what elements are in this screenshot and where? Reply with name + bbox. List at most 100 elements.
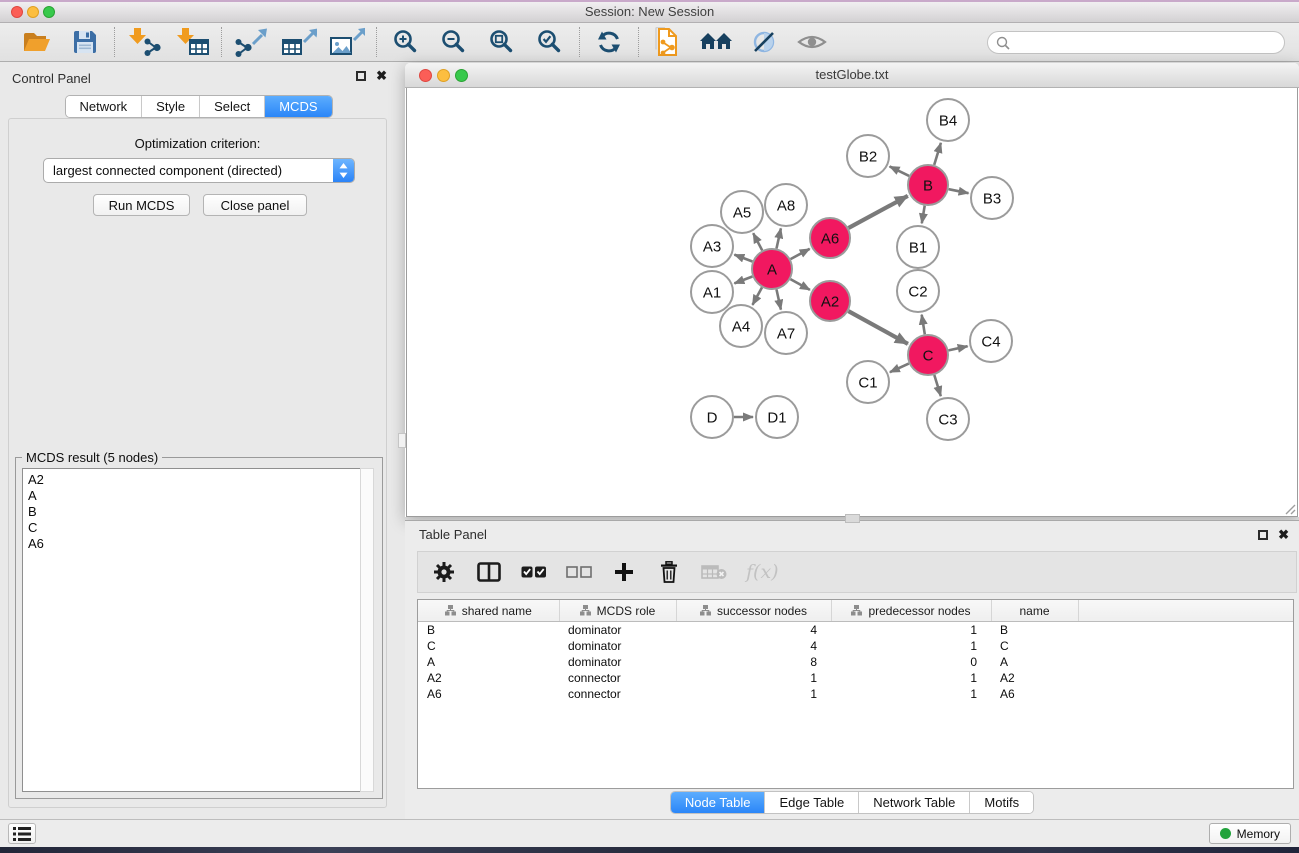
graph-node-A2[interactable]: A2	[810, 281, 850, 321]
graph-node-A[interactable]: A	[752, 249, 792, 289]
graph-node-C3[interactable]: C3	[927, 398, 969, 440]
graph-node-A7[interactable]: A7	[765, 312, 807, 354]
function-builder-icon[interactable]: f(x)	[746, 557, 779, 587]
graph-node-A4[interactable]: A4	[720, 305, 762, 347]
tab-motifs[interactable]: Motifs	[970, 792, 1033, 813]
import-table-icon[interactable]	[174, 26, 210, 58]
delete-row-icon[interactable]	[656, 557, 682, 587]
export-network-icon[interactable]	[233, 26, 269, 58]
zoom-window-button[interactable]	[43, 6, 55, 18]
graph-node-B1[interactable]: B1	[897, 226, 939, 268]
column-header-shared-name[interactable]: shared name	[418, 600, 559, 622]
table-cell[interactable]: connector	[559, 670, 676, 686]
graph-edge-A-A7[interactable]	[777, 290, 781, 310]
table-cell[interactable]: 8	[676, 654, 831, 670]
table-cell[interactable]: A2	[418, 670, 559, 686]
table-cell[interactable]: B	[418, 622, 559, 639]
tab-network-table[interactable]: Network Table	[859, 792, 970, 813]
graph-node-B4[interactable]: B4	[927, 99, 969, 141]
zoom-in-icon[interactable]	[388, 26, 424, 58]
export-image-icon[interactable]	[329, 26, 365, 58]
graph-node-C4[interactable]: C4	[970, 320, 1012, 362]
graph-node-B2[interactable]: B2	[847, 135, 889, 177]
graph-node-B3[interactable]: B3	[971, 177, 1013, 219]
close-window-button[interactable]	[11, 6, 23, 18]
tab-style[interactable]: Style	[142, 96, 200, 117]
table-cell[interactable]: 1	[831, 638, 991, 654]
hide-graphics-details-icon[interactable]	[746, 26, 782, 58]
graph-edge-A-A2[interactable]	[790, 279, 810, 290]
delete-table-icon[interactable]	[701, 557, 727, 587]
table-row[interactable]: A2connector11A2	[418, 670, 1293, 686]
graph-edge-B-B2[interactable]	[890, 166, 910, 176]
graph-node-B[interactable]: B	[908, 165, 948, 205]
save-session-icon[interactable]	[67, 26, 103, 58]
table-cell[interactable]: A6	[418, 686, 559, 702]
memory-button[interactable]: Memory	[1209, 823, 1291, 844]
graph-edge-A-A6[interactable]	[791, 249, 810, 259]
graph-edge-A-A5[interactable]	[753, 233, 762, 250]
table-cell[interactable]: 1	[831, 622, 991, 639]
table-cell[interactable]: 1	[676, 686, 831, 702]
table-cell[interactable]: A	[418, 654, 559, 670]
graph-edge-A-A4[interactable]	[753, 287, 763, 305]
graph-node-A3[interactable]: A3	[691, 225, 733, 267]
table-cell[interactable]: 1	[676, 670, 831, 686]
table-options-icon[interactable]	[431, 557, 457, 587]
graph-node-A8[interactable]: A8	[765, 184, 807, 226]
graph-node-D1[interactable]: D1	[756, 396, 798, 438]
table-cell[interactable]: A2	[991, 670, 1078, 686]
table-cell[interactable]: dominator	[559, 638, 676, 654]
table-cell[interactable]: 4	[676, 638, 831, 654]
graph-edge-A2-C[interactable]	[848, 311, 908, 344]
mcds-result-item[interactable]: C	[23, 520, 360, 536]
close-panel-button[interactable]: Close panel	[203, 194, 307, 216]
graph-node-A6[interactable]: A6	[810, 218, 850, 258]
resize-grip-icon[interactable]	[1285, 504, 1296, 515]
add-row-icon[interactable]	[611, 557, 637, 587]
table-cell[interactable]: C	[991, 638, 1078, 654]
open-session-icon[interactable]	[19, 26, 55, 58]
graph-edge-A-A1[interactable]	[734, 277, 752, 284]
table-cell[interactable]: A6	[991, 686, 1078, 702]
task-history-button[interactable]	[8, 823, 36, 844]
search-input[interactable]	[987, 31, 1285, 54]
tab-select[interactable]: Select	[200, 96, 265, 117]
column-header-name[interactable]: name	[991, 600, 1078, 622]
graph-node-A1[interactable]: A1	[691, 271, 733, 313]
network-close-button[interactable]	[419, 69, 432, 82]
mcds-result-item[interactable]: A2	[23, 472, 360, 488]
graph-node-C[interactable]: C	[908, 335, 948, 375]
column-header-predecessor-nodes[interactable]: predecessor nodes	[831, 600, 991, 622]
import-network-icon[interactable]	[126, 26, 162, 58]
table-close-panel-icon[interactable]: ✖	[1278, 529, 1289, 541]
table-cell[interactable]: 1	[831, 670, 991, 686]
close-panel-icon[interactable]: ✖	[376, 70, 387, 82]
vertical-splitter-grip[interactable]	[398, 433, 406, 448]
table-cell[interactable]: 1	[831, 686, 991, 702]
criterion-dropdown[interactable]: largest connected component (directed)	[43, 158, 355, 183]
table-cell[interactable]: C	[418, 638, 559, 654]
export-table-icon[interactable]	[281, 26, 317, 58]
table-cell[interactable]: A	[991, 654, 1078, 670]
graph-edge-A-A3[interactable]	[734, 255, 752, 262]
graph-node-C2[interactable]: C2	[897, 270, 939, 312]
mcds-result-item[interactable]: A6	[23, 536, 360, 552]
table-row[interactable]: Bdominator41B	[418, 622, 1293, 639]
show-columns-icon[interactable]	[476, 557, 502, 587]
refresh-layout-icon[interactable]	[591, 26, 627, 58]
graph-edge-A-A8[interactable]	[777, 228, 781, 248]
column-header-mcds-role[interactable]: MCDS role	[559, 600, 676, 622]
graph-edge-C-C2[interactable]	[922, 315, 925, 335]
minimize-window-button[interactable]	[27, 6, 39, 18]
horizontal-splitter-grip[interactable]	[845, 514, 860, 523]
network-overview-icon[interactable]	[698, 26, 734, 58]
table-row[interactable]: A6connector11A6	[418, 686, 1293, 702]
deselect-all-icon[interactable]	[566, 557, 592, 587]
table-row[interactable]: Adominator80A	[418, 654, 1293, 670]
zoom-out-icon[interactable]	[436, 26, 472, 58]
float-panel-icon[interactable]	[356, 71, 366, 81]
mcds-result-item[interactable]: A	[23, 488, 360, 504]
table-float-panel-icon[interactable]	[1258, 530, 1268, 540]
graph-edge-B-B3[interactable]	[949, 189, 969, 193]
